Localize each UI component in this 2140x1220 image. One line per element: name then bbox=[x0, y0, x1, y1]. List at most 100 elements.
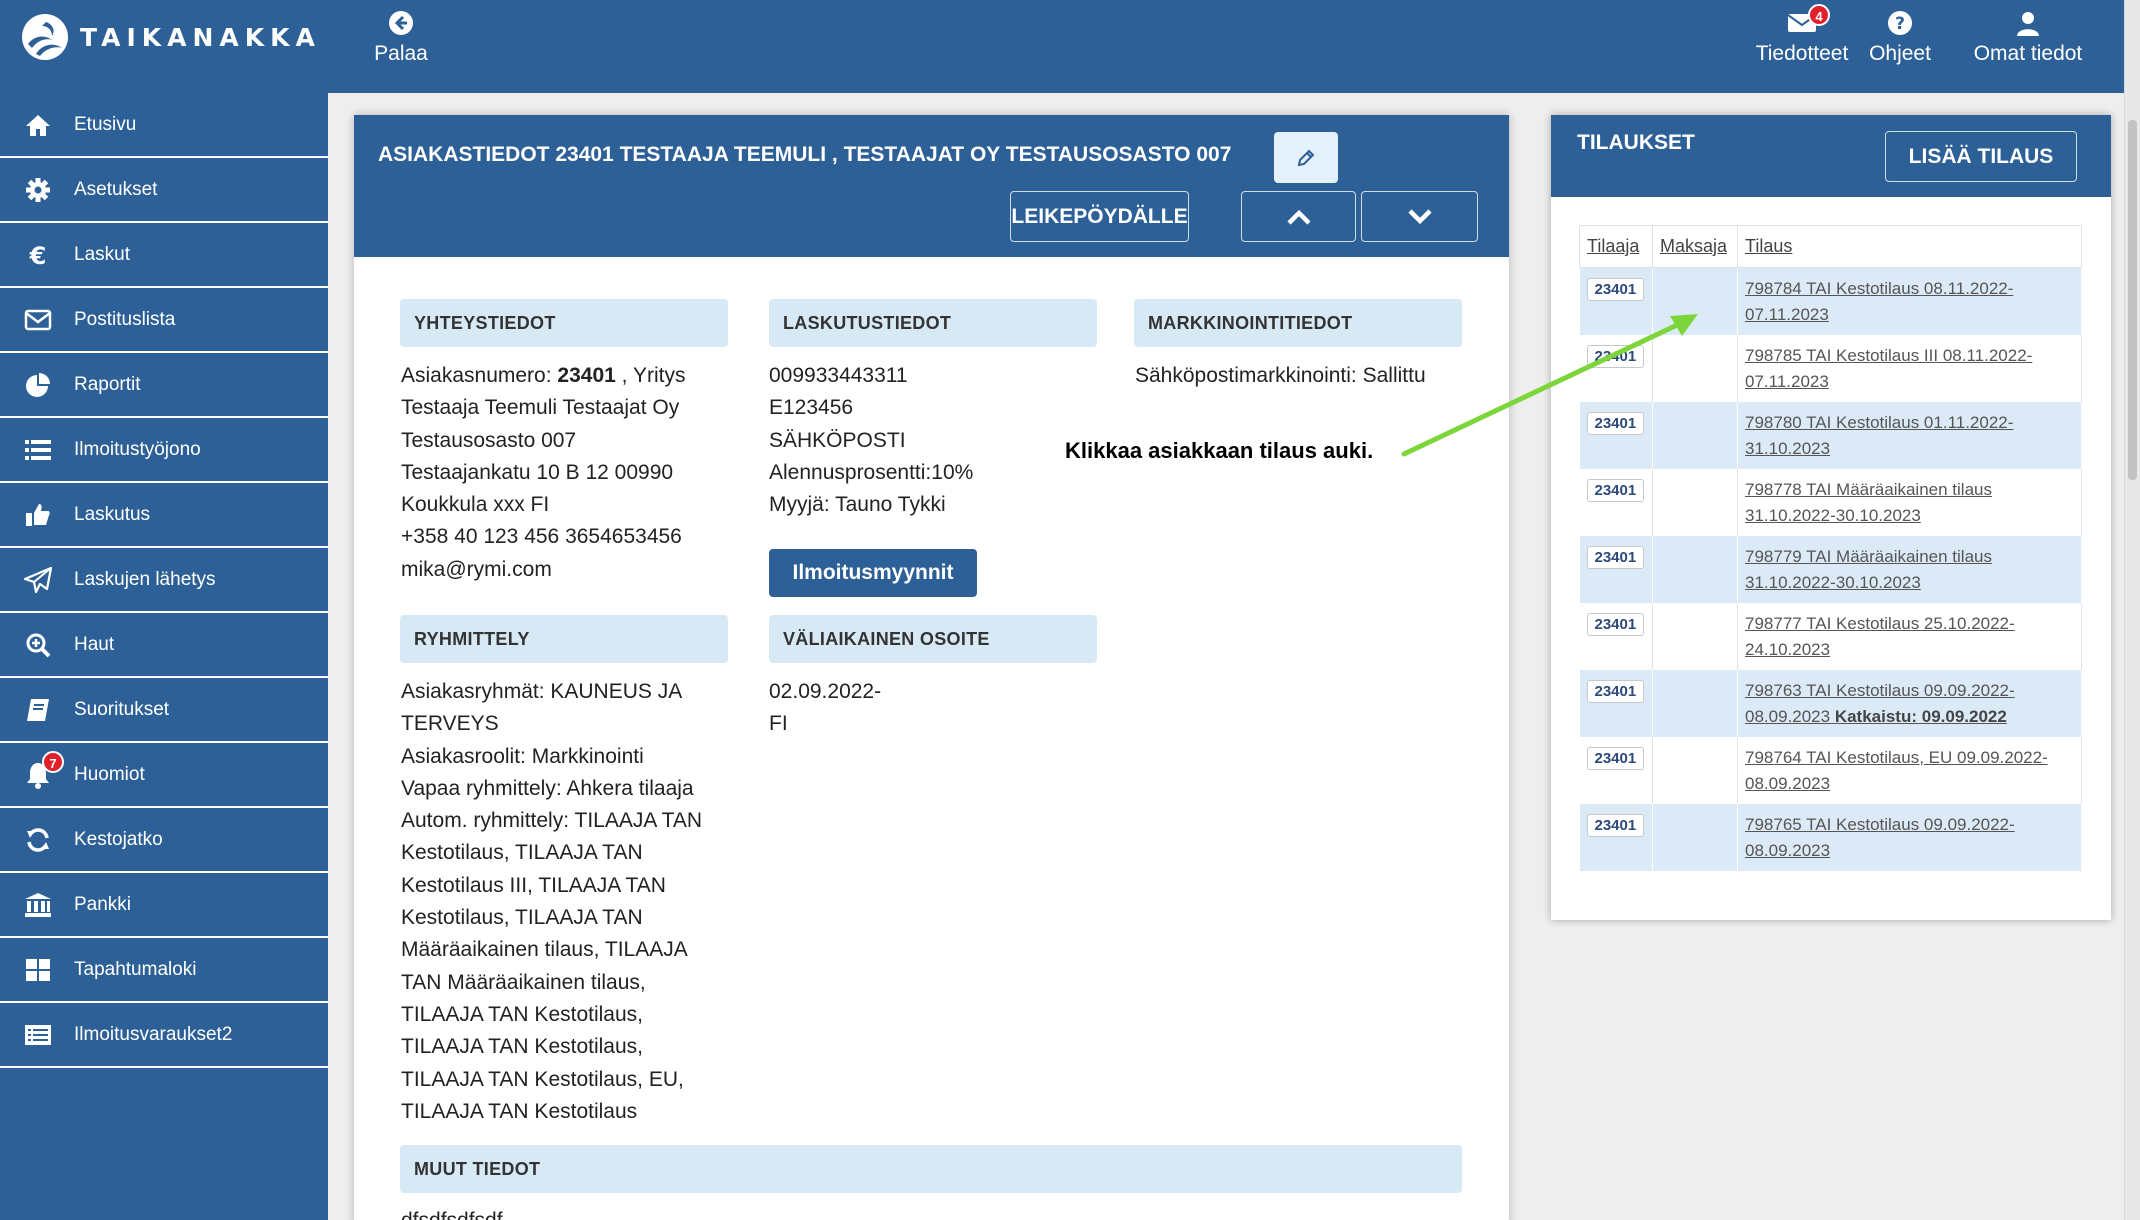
customer-header: ASIAKASTIEDOT 23401 TESTAAJA TEEMULI , T… bbox=[354, 115, 1509, 257]
customer-chip[interactable]: 23401 bbox=[1586, 478, 1645, 502]
order-link[interactable]: 798764 TAI Kestotilaus, EU 09.09.2022- 08… bbox=[1738, 745, 2081, 797]
contact-line: , Yritys bbox=[621, 364, 686, 387]
customer-number: 23401 bbox=[557, 364, 616, 387]
orders-header: TILAUKSET LISÄÄ TILAUS bbox=[1551, 115, 2111, 197]
move-up-button[interactable] bbox=[1241, 191, 1356, 242]
sidebar-item-ilmoitustyojono[interactable]: Ilmoitustyöjono bbox=[0, 418, 328, 483]
table-row: 23401 798764 TAI Kestotilaus, EU 09.09.2… bbox=[1579, 736, 2082, 804]
sidebar-item-label: Tapahtumaloki bbox=[74, 958, 197, 980]
list-alt-icon bbox=[20, 1024, 56, 1046]
customer-card: ASIAKASTIEDOT 23401 TESTAAJA TEEMULI , T… bbox=[354, 115, 1509, 1220]
order-text: 798777 TAI Kestotilaus 25.10.2022- bbox=[1745, 613, 2015, 633]
grouping-line: Määräaikainen tilaus, TILAAJA bbox=[401, 938, 688, 962]
clipboard-button[interactable]: LEIKEPÖYDÄLLE bbox=[1010, 191, 1189, 242]
sidebar-item-label: Laskujen lähetys bbox=[74, 568, 216, 590]
page-scrollbar[interactable] bbox=[2124, 0, 2140, 1220]
customer-chip[interactable]: 23401 bbox=[1586, 813, 1645, 837]
order-link[interactable]: 798765 TAI Kestotilaus 09.09.2022- 08.09.… bbox=[1738, 812, 2081, 864]
brand-logo[interactable]: TAIKANAKKA bbox=[22, 14, 321, 60]
sidebar-item-pankki[interactable]: Pankki bbox=[0, 873, 328, 938]
column-header-tilaaja[interactable]: Tilaaja bbox=[1579, 225, 1653, 268]
order-link[interactable]: 798780 TAI Kestotilaus 01.11.2022- 31.10.… bbox=[1738, 410, 2081, 462]
customer-chip[interactable]: 23401 bbox=[1586, 612, 1645, 636]
sidebar-item-kestojatko[interactable]: Kestojatko bbox=[0, 808, 328, 873]
grouping-line: Asiakasryhmät: KAUNEUS JA bbox=[401, 680, 683, 703]
customer-chip[interactable]: 23401 bbox=[1586, 545, 1645, 569]
grouping-line: TERVEYS bbox=[401, 712, 499, 736]
sidebar-item-suoritukset[interactable]: Suoritukset bbox=[0, 678, 328, 743]
move-down-button[interactable] bbox=[1361, 191, 1478, 242]
scrollbar-thumb[interactable] bbox=[2128, 120, 2137, 480]
payer-cell bbox=[1652, 535, 1738, 603]
profile-label: Omat tiedot bbox=[1973, 42, 2083, 65]
tutorial-callout: Klikkaa asiakkaan tilaus auki. bbox=[1065, 438, 1374, 463]
sidebar-item-huomiot[interactable]: 7 Huomiot bbox=[0, 743, 328, 808]
messages-button[interactable]: 4 Tiedotteet bbox=[1750, 4, 1854, 66]
sidebar-item-label: Postituslista bbox=[74, 308, 176, 330]
customer-chip[interactable]: 23401 bbox=[1586, 679, 1645, 703]
order-link[interactable]: 798785 TAI Kestotilaus III 08.11.2022- 07… bbox=[1738, 343, 2081, 395]
sidebar-item-label: Ilmoitusvaraukset2 bbox=[74, 1023, 233, 1045]
order-link[interactable]: 798778 TAI Määräaikainen tilaus 31.10.202… bbox=[1738, 477, 2081, 529]
grouping-line: TAN Määräaikainen tilaus, bbox=[401, 970, 646, 994]
sidebar-item-raportit[interactable]: Raportit bbox=[0, 353, 328, 418]
svg-text:€: € bbox=[29, 242, 47, 268]
grouping-line: TILAAJA TAN Kestotilaus bbox=[401, 1099, 638, 1123]
contact-line: +358 40 123 456 3654653456 bbox=[401, 525, 682, 549]
paper-plane-icon bbox=[20, 566, 56, 593]
table-row: 23401 798778 TAI Määräaikainen tilaus 31.… bbox=[1579, 468, 2082, 536]
sidebar: Etusivu Asetukset € Laskut Postituslista… bbox=[0, 93, 328, 1220]
messages-badge: 4 bbox=[1808, 4, 1830, 26]
order-status-note: Katkaistu: 09.09.2022 bbox=[1834, 706, 2007, 726]
grouping-line: TILAAJA TAN Kestotilaus, bbox=[401, 1002, 643, 1026]
chevron-down-icon bbox=[1407, 208, 1432, 224]
column-header-maksaja[interactable]: Maksaja bbox=[1652, 225, 1738, 268]
refresh-icon bbox=[20, 827, 56, 853]
order-link[interactable]: 798784 TAI Kestotilaus 08.11.2022- 07.11.… bbox=[1738, 276, 2081, 328]
grouping-heading: RYHMITTELY bbox=[400, 615, 728, 663]
sidebar-item-laskut[interactable]: € Laskut bbox=[0, 223, 328, 288]
sidebar-item-ilmoitusvaraukset2[interactable]: Ilmoitusvaraukset2 bbox=[0, 1003, 328, 1068]
profile-button[interactable]: Omat tiedot bbox=[1970, 10, 2086, 66]
billing-line: SÄHKÖPOSTI bbox=[769, 428, 906, 452]
order-text: 798778 TAI Määräaikainen tilaus bbox=[1745, 479, 1992, 499]
temp-address-line: 02.09.2022- bbox=[769, 680, 882, 703]
add-order-button[interactable]: LISÄÄ TILAUS bbox=[1885, 131, 2077, 182]
customer-chip[interactable]: 23401 bbox=[1586, 746, 1645, 770]
grid-icon bbox=[20, 958, 56, 982]
sidebar-item-label: Suoritukset bbox=[74, 698, 170, 720]
sidebar-item-haut[interactable]: Haut bbox=[0, 613, 328, 678]
sidebar-item-asetukset[interactable]: Asetukset bbox=[0, 158, 328, 223]
sidebar-item-laskutus[interactable]: Laskutus bbox=[0, 483, 328, 548]
top-bar: TAIKANAKKA Palaa 4 Tiedotteet ? Ohjeet O… bbox=[0, 0, 2140, 93]
order-text: 798785 TAI Kestotilaus III 08.11.2022- bbox=[1745, 345, 2033, 365]
ad-sales-button[interactable]: Ilmoitusmyynnit bbox=[769, 549, 977, 597]
contact-line: Koukkula xxx FI bbox=[401, 493, 550, 517]
table-row: 23401 798777 TAI Kestotilaus 25.10.2022-… bbox=[1579, 602, 2082, 670]
question-circle-icon: ? bbox=[1888, 11, 1912, 35]
help-button[interactable]: ? Ohjeet bbox=[1868, 10, 1932, 66]
order-text: 08.09.2023 bbox=[1745, 840, 1831, 860]
order-text: 31.10.2023 bbox=[1745, 438, 1831, 458]
order-link[interactable]: 798779 TAI Määräaikainen tilaus 31.10.202… bbox=[1738, 544, 2081, 596]
contact-heading: YHTEYSTIEDOT bbox=[400, 299, 728, 347]
table-row: 23401 798765 TAI Kestotilaus 09.09.2022-… bbox=[1579, 803, 2082, 871]
order-text: 08.09.2023 bbox=[1745, 773, 1831, 793]
sidebar-item-etusivu[interactable]: Etusivu bbox=[0, 93, 328, 158]
payer-cell bbox=[1652, 669, 1738, 737]
payer-cell bbox=[1652, 736, 1738, 804]
sidebar-item-postituslista[interactable]: Postituslista bbox=[0, 288, 328, 353]
customer-chip[interactable]: 23401 bbox=[1586, 278, 1645, 301]
order-link[interactable]: 798777 TAI Kestotilaus 25.10.2022- 24.10.… bbox=[1738, 611, 2081, 663]
bank-icon bbox=[20, 892, 56, 918]
sidebar-item-laskujen-lahetys[interactable]: Laskujen lähetys bbox=[0, 548, 328, 613]
back-button[interactable]: Palaa bbox=[374, 10, 428, 66]
contact-line: Testausosasto 007 bbox=[401, 428, 577, 452]
thumbs-up-icon bbox=[20, 502, 56, 528]
order-link[interactable]: 798763 TAI Kestotilaus 09.09.2022- 08.09.… bbox=[1738, 678, 2081, 730]
sidebar-item-tapahtumaloki[interactable]: Tapahtumaloki bbox=[0, 938, 328, 1003]
edit-button[interactable] bbox=[1274, 132, 1338, 183]
order-text: 07.11.2023 bbox=[1745, 305, 1829, 324]
order-text: 24.10.2023 bbox=[1745, 639, 1831, 659]
column-header-tilaus[interactable]: Tilaus bbox=[1737, 225, 2082, 268]
